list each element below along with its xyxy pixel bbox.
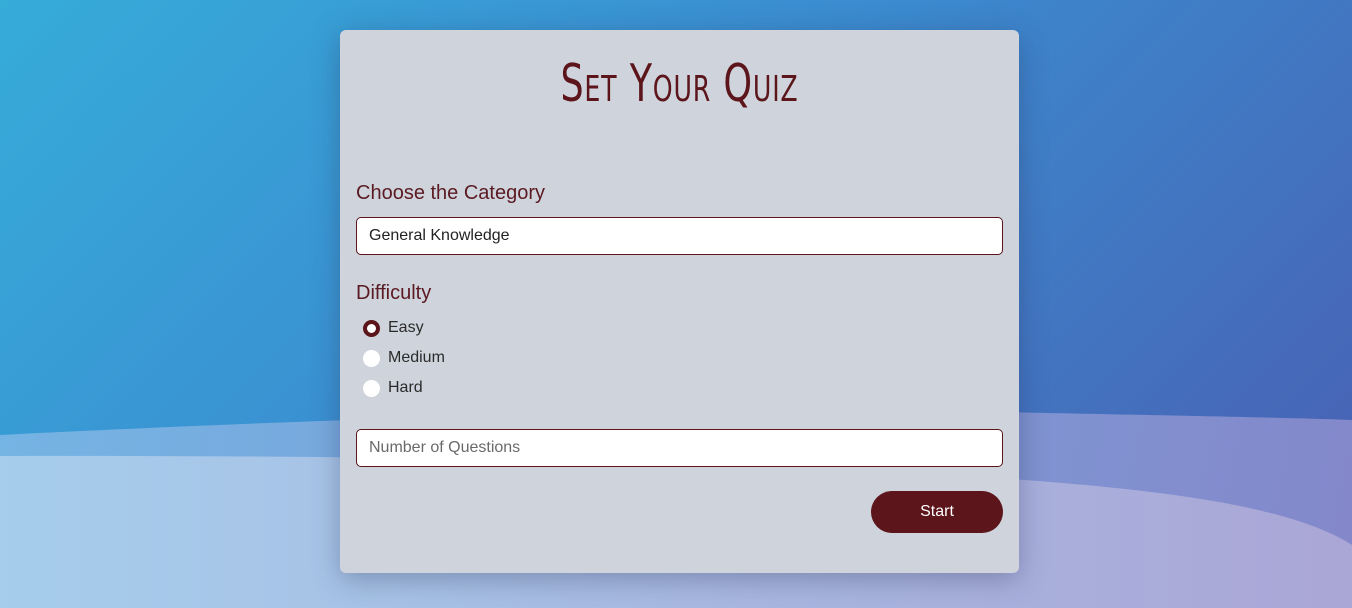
difficulty-option-label: Medium: [388, 349, 445, 366]
quiz-settings-card: Set Your Quiz Choose the Category Diffic…: [340, 30, 1019, 573]
difficulty-option-medium[interactable]: Medium: [363, 346, 445, 370]
difficulty-option-label: Easy: [388, 319, 424, 336]
radio-unchecked-icon[interactable]: [363, 379, 380, 397]
difficulty-option-label: Hard: [388, 379, 423, 396]
difficulty-option-easy[interactable]: Easy: [363, 316, 424, 340]
radio-unchecked-icon[interactable]: [363, 349, 380, 367]
start-button[interactable]: Start: [871, 491, 1003, 533]
category-label: Choose the Category: [356, 182, 546, 204]
number-of-questions-field[interactable]: [356, 429, 1003, 467]
page-title: Set Your Quiz: [560, 54, 799, 114]
difficulty-option-hard[interactable]: Hard: [363, 376, 423, 400]
difficulty-label: Difficulty: [356, 282, 432, 304]
radio-checked-icon[interactable]: [363, 319, 380, 337]
category-field[interactable]: [356, 217, 1003, 255]
